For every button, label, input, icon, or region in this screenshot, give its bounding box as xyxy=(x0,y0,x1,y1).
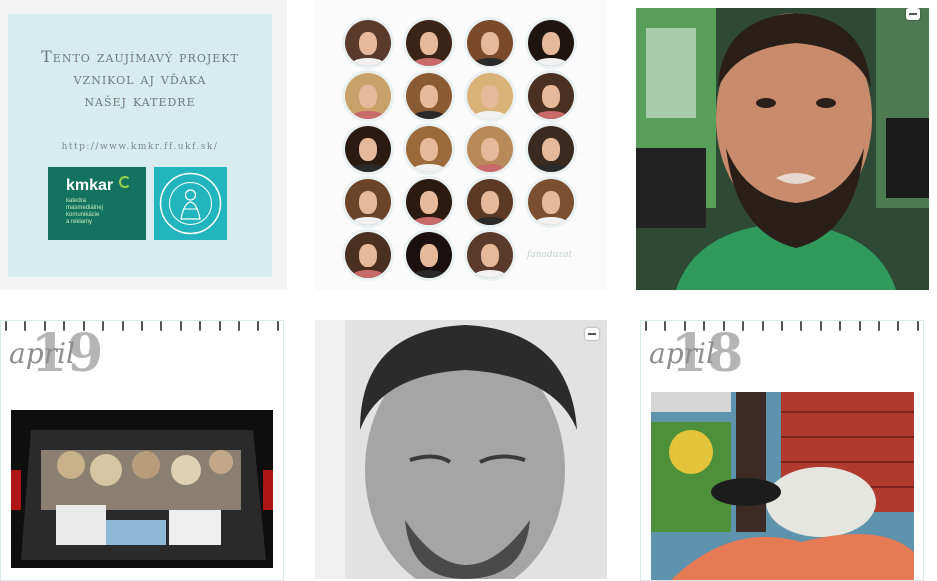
post-tile-avatar-grid[interactable]: fanaduzat xyxy=(315,0,607,290)
man-portrait-photo xyxy=(636,8,929,290)
avatar xyxy=(406,73,452,119)
avatar xyxy=(345,20,391,66)
avatar xyxy=(528,179,574,225)
card-url: http://www.kmkr.ff.ukf.sk/ xyxy=(61,142,219,152)
post-tile-calendar-19[interactable]: 19 april xyxy=(0,320,284,581)
avatar xyxy=(528,73,574,119)
kmkar-subtitle: katedra masmediálnej komunikácie a rekla… xyxy=(66,198,104,225)
avatar xyxy=(345,126,391,172)
bw-portrait-photo xyxy=(315,320,607,579)
avatar xyxy=(406,179,452,225)
card-headline: Tento zaujímavý projekt vznikol aj vďaka… xyxy=(8,46,272,112)
avatar xyxy=(467,179,513,225)
avatar xyxy=(467,20,513,66)
post-tile-calendar-18[interactable]: 18 april xyxy=(640,320,924,581)
calendar-month: april xyxy=(649,337,715,370)
post-tile-video-man[interactable] xyxy=(636,8,929,290)
headline-line: Tento zaujímavý projekt xyxy=(41,47,239,66)
bird-in-hand-photo xyxy=(651,392,914,580)
multiple-photos-icon xyxy=(906,8,920,20)
headline-line: vznikol aj vďaka xyxy=(73,69,207,88)
avatar xyxy=(467,232,513,278)
avatar xyxy=(467,126,513,172)
avatar xyxy=(528,126,574,172)
avatar xyxy=(406,126,452,172)
multiple-photos-icon xyxy=(585,328,599,340)
car-trunk-photo xyxy=(11,410,273,568)
avatar xyxy=(528,20,574,66)
info-card: Tento zaujímavý projekt vznikol aj vďaka… xyxy=(8,14,272,277)
kmkar-brand-text: kmkar xyxy=(66,177,114,194)
headline-line: našej katedre xyxy=(84,91,196,110)
post-tile-project-info[interactable]: Tento zaujímavý projekt vznikol aj vďaka… xyxy=(0,0,287,290)
logo-swoosh-icon xyxy=(119,176,131,188)
post-tile-bw-portrait[interactable] xyxy=(315,320,607,579)
university-seal-logo xyxy=(154,167,227,240)
avatar xyxy=(345,73,391,119)
kmkar-logo: kmkar katedra masmediálnej komunikácie a… xyxy=(48,167,146,240)
avatar xyxy=(345,232,391,278)
avatar xyxy=(406,20,452,66)
calendar-month: april xyxy=(9,337,75,370)
avatar xyxy=(406,232,452,278)
grid-signature: fanaduzat xyxy=(527,250,573,260)
avatar xyxy=(345,179,391,225)
avatar xyxy=(467,73,513,119)
